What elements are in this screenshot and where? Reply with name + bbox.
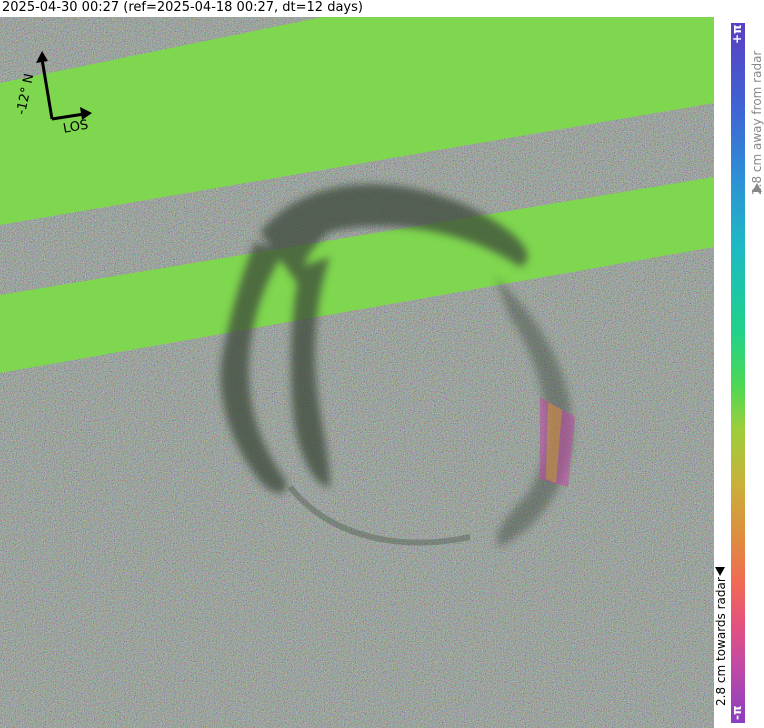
phase-colorbar — [731, 23, 745, 723]
colorbar-towards-label: 2.8 cm towards radar — [714, 577, 728, 706]
colorbar-away-label: 2.8 cm away from radar — [750, 50, 764, 195]
colorbar-bottom-label: -π — [730, 705, 744, 720]
figure-title: 2025-04-30 00:27 (ref=2025-04-18 00:27, … — [2, 0, 363, 15]
away-arrow-icon — [752, 183, 762, 192]
north-arrow-icon — [40, 58, 54, 120]
interferogram-map: -12° N LOS — [0, 17, 714, 728]
colorbar-top-label: +π — [730, 24, 744, 44]
towards-arrow-icon — [715, 567, 725, 576]
